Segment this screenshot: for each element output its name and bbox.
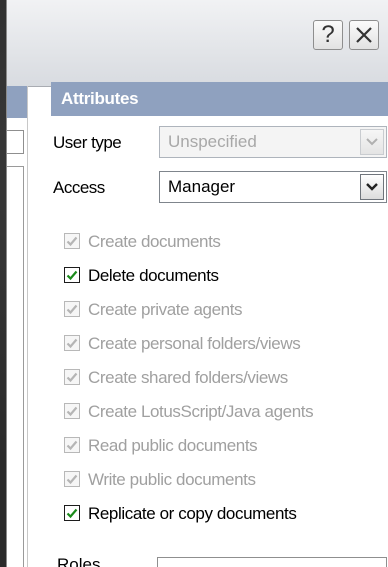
access-value: Manager (168, 177, 236, 196)
checkbox-label: Read public documents (88, 436, 258, 455)
checkbox-label: Delete documents (88, 266, 219, 285)
checkmark-icon (66, 372, 78, 383)
checkbox-label: Create shared folders/views (88, 368, 288, 387)
roles-list[interactable] (157, 557, 387, 567)
left-pane-field[interactable] (7, 130, 24, 154)
checkbox-box[interactable] (64, 267, 80, 283)
access-select[interactable]: Manager (159, 171, 387, 203)
user-type-label: User type (53, 133, 122, 152)
checkbox-box[interactable] (64, 505, 80, 521)
roles-label: Roles (57, 555, 101, 567)
help-button[interactable]: ? (313, 20, 343, 50)
checkbox-box (64, 471, 80, 487)
checkmark-icon (66, 304, 78, 315)
chevron-down-icon (366, 138, 378, 146)
checkbox-label: Create LotusScript/Java agents (88, 402, 314, 421)
close-icon (356, 27, 372, 43)
checkmark-icon (66, 474, 78, 485)
checkmark-icon (66, 508, 78, 519)
checkbox-label: Replicate or copy documents (88, 504, 297, 523)
checkbox-label: Write public documents (88, 470, 256, 489)
checkmark-icon (66, 236, 78, 247)
checkbox-box (64, 437, 80, 453)
checkmark-icon (66, 338, 78, 349)
attributes-header: Attributes (51, 82, 388, 116)
dialog-titlebar: ? (7, 0, 388, 87)
people-list[interactable] (7, 166, 24, 567)
close-button[interactable] (349, 20, 379, 50)
user-type-value: Unspecified (168, 132, 257, 151)
left-pane (7, 86, 28, 567)
checkbox-box (64, 403, 80, 419)
checkbox-label: Create documents (88, 232, 221, 251)
checkbox-label: Create personal folders/views (88, 334, 301, 353)
checkbox-box (64, 301, 80, 317)
checkbox-box (64, 369, 80, 385)
access-label: Access (53, 178, 105, 197)
checkmark-icon (66, 270, 78, 281)
access-control-dialog: ? Attributes User type Unspecified Acces… (6, 0, 388, 567)
checkbox-box (64, 233, 80, 249)
checkmark-icon (66, 440, 78, 451)
checkbox-label: Create private agents (88, 300, 243, 319)
access-dropdown-button[interactable] (360, 174, 384, 200)
left-pane-header (7, 86, 27, 118)
help-icon: ? (321, 21, 335, 48)
user-type-select: Unspecified (159, 126, 387, 158)
checkbox-box (64, 335, 80, 351)
user-type-dropdown-button (360, 129, 384, 155)
checkmark-icon (66, 406, 78, 417)
chevron-down-icon (366, 183, 378, 191)
